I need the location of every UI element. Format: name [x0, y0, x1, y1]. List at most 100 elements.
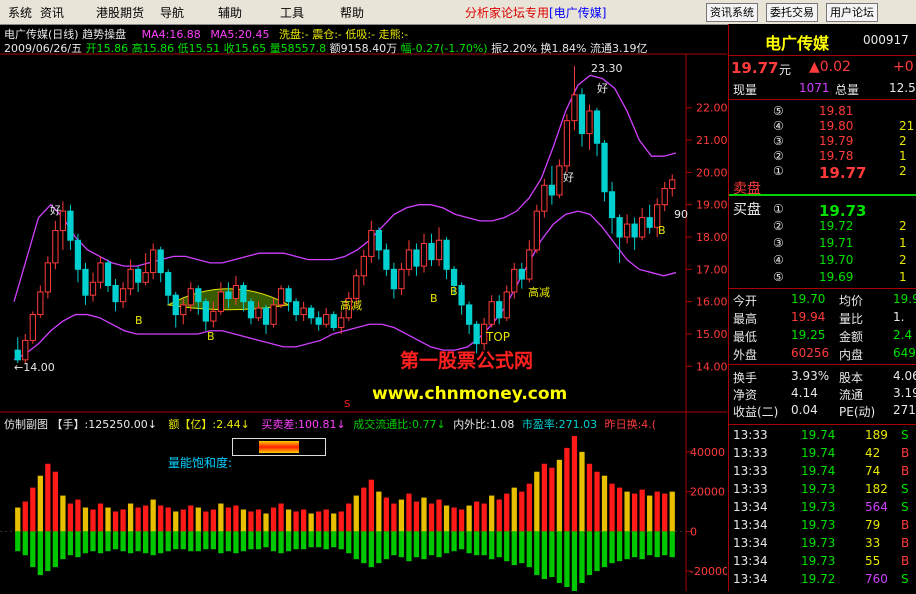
candle-body: [518, 268, 525, 280]
menu-assist[interactable]: 辅助: [218, 4, 242, 21]
candle-body: [646, 217, 653, 228]
candle-body: [511, 268, 518, 293]
bid-price: 19.70: [819, 253, 854, 267]
ask-price: 19.78: [819, 149, 854, 163]
volume-bar: [195, 507, 201, 532]
tick-row: 13:34 19.72 760 S: [729, 572, 916, 589]
y-tick-label: 15.00: [696, 328, 727, 341]
b-marker-1: B: [135, 314, 143, 327]
stat-value: 19.94: [791, 310, 826, 324]
neg-volume-bar: [105, 531, 111, 552]
neg-volume-bar: [210, 531, 216, 550]
candle-body: [405, 249, 413, 270]
in-out-ratio: 内外比:1.08: [453, 418, 515, 431]
y-tick-label: 14.00: [696, 360, 727, 373]
neg-volume-bar: [654, 531, 660, 558]
volume-bar: [255, 509, 262, 532]
neg-volume-bar: [662, 531, 668, 556]
volume-bar: [82, 507, 89, 532]
volume-bar: [240, 509, 247, 532]
menu-tools[interactable]: 工具: [280, 4, 304, 21]
bid-row: ④ 19.70 2: [729, 253, 916, 270]
y-tick-label: 22.00: [696, 102, 727, 115]
candle-body: [74, 239, 82, 270]
s-marker: S: [344, 399, 351, 410]
stat-label: 最低: [733, 330, 758, 344]
tick-side: S: [901, 428, 909, 442]
candle-body: [556, 165, 563, 196]
volume-bar: [127, 503, 134, 532]
candle-body: [195, 288, 202, 303]
tick-row: 13:33 19.73 182 S: [729, 482, 916, 499]
stat-label: 流通: [839, 388, 864, 402]
ask-volume: 21: [899, 119, 915, 133]
volume-bar: [165, 507, 171, 532]
candle-body: [240, 284, 247, 303]
tick-side: B: [901, 554, 910, 568]
candle-body: [541, 184, 548, 212]
tick-side: S: [901, 500, 909, 514]
volume-bar: [466, 505, 472, 532]
neg-volume-bar: [67, 531, 74, 556]
neg-volume-bar: [624, 531, 630, 560]
neg-volume-bar: [519, 531, 525, 564]
neg-volume-bar: [316, 531, 322, 548]
candle-body: [37, 291, 44, 316]
volume-bar: [248, 511, 254, 532]
bid-row: ① 19.73: [729, 202, 916, 220]
menu-help[interactable]: 帮助: [340, 4, 364, 21]
volume-bar: [105, 507, 111, 532]
candle-body: [601, 142, 608, 193]
ohlc-high: 高15.86: [131, 42, 175, 55]
neg-volume-bar: [534, 531, 540, 576]
neg-volume-bar: [52, 531, 59, 568]
stat-label: 外盘: [733, 348, 758, 362]
candle-body: [180, 304, 187, 316]
tick-time: 13:34: [733, 500, 768, 514]
neg-volume-bar: [421, 531, 427, 560]
tick-volume: 33: [865, 536, 881, 550]
kline-chart[interactable]: 22.00 21.00 20.00 19.00 18.00 17.00 16.00 15.00…: [0, 24, 729, 591]
menu-system[interactable]: 系统: [8, 4, 32, 21]
neg-volume-bar: [82, 531, 89, 554]
volume-bar: [323, 509, 329, 532]
menu-navigate[interactable]: 导航: [160, 4, 184, 21]
candle-body: [165, 272, 172, 296]
ohlc-amplitude: 振2.20%: [491, 42, 538, 55]
news-system-button[interactable]: 资讯系统: [706, 3, 758, 22]
chart-area[interactable]: 22.00 21.00 20.00 19.00 18.00 17.00 16.00 15.00…: [0, 24, 729, 591]
neg-volume-bar: [143, 531, 149, 554]
good-label-3: 好: [597, 82, 608, 95]
ask-volume: 2: [899, 134, 907, 148]
bid-level: ③: [773, 236, 784, 250]
volume-bar: [398, 499, 405, 532]
neg-volume-bar: [135, 531, 141, 552]
forum-button[interactable]: 用户论坛: [826, 3, 878, 22]
ask-level: ⑤: [773, 104, 784, 118]
stat-label: 金额: [839, 330, 864, 344]
tick-side: B: [901, 464, 910, 478]
candle-body: [277, 288, 285, 306]
good-label-1: 好: [50, 204, 61, 217]
saturation-label: 量能饱和度:: [168, 456, 233, 470]
bid-price: 19.69: [819, 270, 854, 284]
volume-bar: [474, 501, 480, 532]
neg-volume-bar: [549, 531, 555, 578]
stat-value: 60256: [791, 346, 830, 360]
candle-body: [247, 301, 255, 319]
menu-news[interactable]: 资讯: [40, 4, 64, 21]
menu-hk-futures[interactable]: 港股期货: [96, 4, 144, 21]
volume-bar: [601, 475, 608, 532]
neg-volume-bar: [616, 531, 623, 562]
ask-level: ②: [773, 149, 784, 163]
candle-body: [67, 210, 74, 241]
tick-time: 13:33: [733, 482, 768, 496]
candle-body: [420, 242, 428, 267]
candle-body: [608, 191, 616, 219]
trade-button[interactable]: 委托交易: [766, 3, 818, 22]
tick-price: 19.73: [801, 482, 836, 496]
ninety-label: 90: [674, 208, 688, 221]
volume-bar: [158, 505, 164, 532]
tick-time: 13:33: [733, 464, 768, 478]
ask-level: ①: [773, 164, 784, 178]
